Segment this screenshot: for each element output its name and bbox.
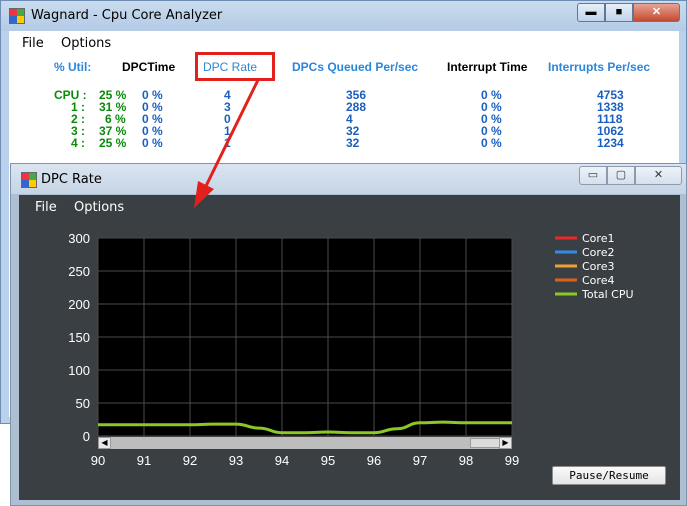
header-util: % Util: [54, 60, 92, 74]
legend-label: Core1 [582, 232, 614, 245]
x-tick-label: 91 [137, 453, 151, 468]
dpcrate-value: 1 [224, 136, 231, 150]
dpc-menu-file[interactable]: File [35, 200, 57, 215]
header-dpctime: DPCTime [122, 60, 176, 74]
y-tick-label: 250 [68, 264, 90, 279]
dpc-rate-window: DPC Rate ▭ ▢ ✕ 90 91 92 93 94 95 96 97 98 99 300 25… [10, 163, 687, 506]
scroll-left-arrow-icon[interactable]: ◀ [98, 437, 111, 449]
x-tick-label: 90 [91, 453, 105, 468]
x-tick-label: 93 [229, 453, 243, 468]
y-tick-label: 50 [76, 396, 90, 411]
legend-label: Core4 [582, 274, 614, 287]
menu-file[interactable]: File [22, 36, 44, 51]
dpc-title-bar[interactable]: DPC Rate ▭ ▢ ✕ [11, 164, 686, 194]
queued-value: 32 [346, 136, 360, 150]
legend-label: Total CPU [581, 288, 634, 301]
dpc-menu-options[interactable]: Options [74, 200, 124, 215]
y-tick-label: 100 [68, 363, 90, 378]
util-value: 25 % [99, 136, 127, 150]
header-interrupt-time: Interrupt Time [447, 60, 528, 74]
minimize-button[interactable]: ▬ [577, 3, 605, 22]
legend-label: Core3 [582, 260, 614, 273]
dpc-client-area: 90 91 92 93 94 95 96 97 98 99 300 250 200 150 100 50 0 Co… [19, 195, 680, 500]
app-icon [9, 8, 25, 24]
main-menu-bar: File Options [9, 31, 679, 55]
dpc-minimize-button[interactable]: ▭ [579, 166, 607, 185]
dpc-window-title: DPC Rate [41, 172, 102, 187]
x-tick-label: 97 [413, 453, 427, 468]
header-interrupts-per-sec: Interrupts Per/sec [548, 60, 651, 74]
dpctime-value: 0 % [142, 136, 163, 150]
maximize-button[interactable]: ■ [605, 3, 633, 22]
x-tick-label: 99 [505, 453, 519, 468]
x-tick-label: 94 [275, 453, 289, 468]
dpc-rate-chart: 90 91 92 93 94 95 96 97 98 99 300 250 200 150 100 50 0 Co… [68, 231, 634, 468]
y-tick-label: 300 [68, 231, 90, 246]
y-tick-label: 200 [68, 297, 90, 312]
x-tick-label: 98 [459, 453, 473, 468]
table-row: 4 : 25 % 0 % 1 32 0 % 1234 [9, 137, 679, 149]
scroll-right-arrow-icon[interactable]: ▶ [499, 437, 512, 449]
app-icon [21, 172, 37, 188]
chart-scrollbar-track[interactable] [111, 437, 499, 449]
main-window-title: Wagnard - Cpu Core Analyzer [31, 8, 223, 23]
pause-resume-button[interactable]: Pause/Resume [552, 466, 666, 485]
x-tick-label: 96 [367, 453, 381, 468]
inttime-value: 0 % [481, 136, 502, 150]
x-tick-label: 92 [183, 453, 197, 468]
dpc-maximize-button[interactable]: ▢ [607, 166, 635, 185]
header-dpcs-queued: DPCs Queued Per/sec [292, 60, 419, 74]
chart-scrollbar-thumb[interactable] [470, 438, 500, 448]
menu-options[interactable]: Options [61, 36, 111, 51]
dpc-close-button[interactable]: ✕ [635, 166, 682, 185]
y-tick-label: 0 [83, 429, 90, 444]
row-label: 4 : [71, 136, 86, 150]
x-tick-label: 95 [321, 453, 335, 468]
intsec-value: 1234 [597, 136, 624, 150]
dpc-rate-highlight-box [195, 52, 275, 81]
main-title-bar[interactable]: Wagnard - Cpu Core Analyzer ▬ ■ ✕ [1, 1, 686, 31]
close-button[interactable]: ✕ [633, 3, 680, 22]
y-tick-label: 150 [68, 330, 90, 345]
legend-label: Core2 [582, 246, 614, 259]
